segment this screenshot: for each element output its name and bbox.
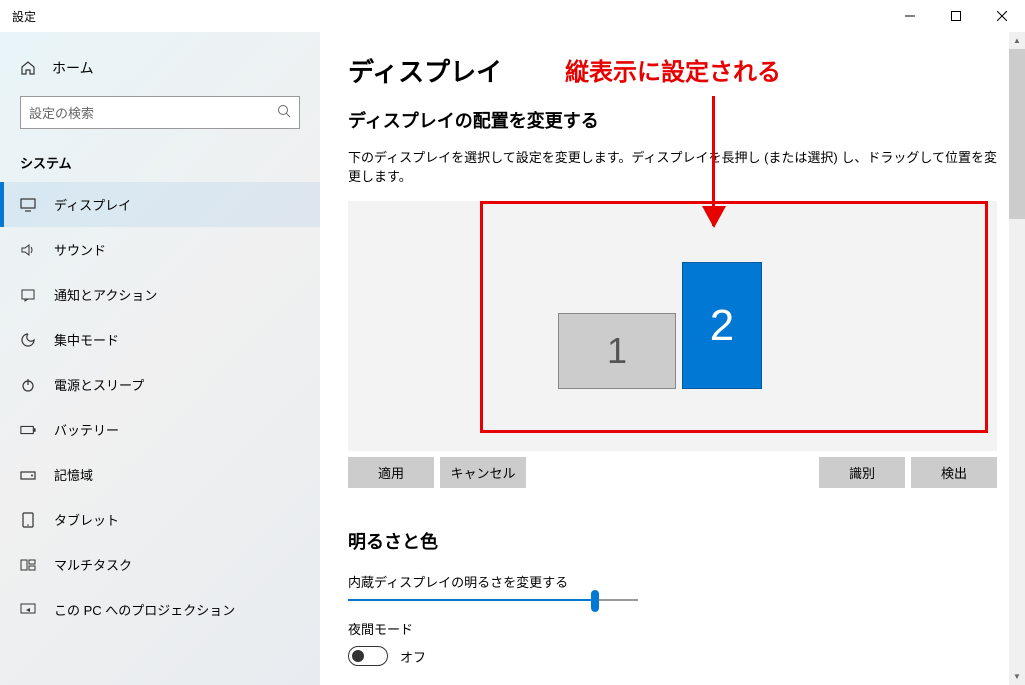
display-arrangement-area[interactable]: 1 2	[348, 201, 997, 451]
maximize-button[interactable]	[933, 0, 979, 32]
scroll-up-icon[interactable]: ▲	[1009, 32, 1025, 49]
toggle-knob	[352, 650, 364, 662]
nav-label: マルチタスク	[54, 555, 132, 574]
detect-button[interactable]: 検出	[911, 457, 997, 488]
nav-tablet[interactable]: タブレット	[0, 497, 320, 542]
storage-icon	[20, 469, 36, 481]
brightness-slider[interactable]	[348, 599, 638, 601]
search-input[interactable]: 設定の検索	[20, 96, 300, 129]
sound-icon	[20, 243, 36, 257]
nav-notifications[interactable]: 通知とアクション	[0, 272, 320, 317]
nav-group-title: システム	[0, 143, 320, 182]
slider-thumb[interactable]	[591, 590, 599, 612]
brightness-label: 内蔵ディスプレイの明るさを変更する	[348, 572, 997, 591]
night-mode-row: オフ	[348, 646, 997, 666]
apply-button[interactable]: 適用	[348, 457, 434, 488]
home-link[interactable]: ホーム	[0, 48, 320, 88]
nav-battery[interactable]: バッテリー	[0, 407, 320, 452]
nav-label: 集中モード	[54, 330, 119, 349]
nav-label: バッテリー	[54, 420, 119, 439]
multitask-icon	[20, 559, 36, 571]
monitor-2[interactable]: 2	[682, 262, 762, 389]
titlebar: 設定	[0, 0, 1025, 32]
nav-storage[interactable]: 記憶域	[0, 452, 320, 497]
brightness-title: 明るさと色	[348, 528, 997, 554]
nav-label: 通知とアクション	[54, 285, 157, 304]
nav-label: サウンド	[54, 240, 106, 259]
nav-label: 記憶域	[54, 465, 93, 484]
nav-projection[interactable]: この PC へのプロジェクション	[0, 587, 320, 632]
projection-icon	[20, 603, 36, 617]
window-title: 設定	[12, 8, 36, 25]
scrollbar-thumb[interactable]	[1009, 49, 1025, 219]
tablet-icon	[20, 512, 36, 528]
nav-power[interactable]: 電源とスリープ	[0, 362, 320, 407]
battery-icon	[20, 425, 36, 435]
power-icon	[20, 377, 36, 393]
annotation-arrow	[712, 96, 715, 226]
scroll-down-icon[interactable]: ▼	[1009, 668, 1025, 685]
cancel-button[interactable]: キャンセル	[440, 457, 526, 488]
minimize-button[interactable]	[887, 0, 933, 32]
nav-sound[interactable]: サウンド	[0, 227, 320, 272]
arrange-title: ディスプレイの配置を変更する	[348, 107, 997, 133]
content-area: ディスプレイ ディスプレイの配置を変更する 下のディスプレイを選択して設定を変更…	[320, 32, 1025, 685]
arrange-button-row: 適用 キャンセル 識別 検出	[348, 457, 997, 488]
scrollbar[interactable]: ▲ ▼	[1009, 32, 1025, 685]
nav-display[interactable]: ディスプレイ	[0, 182, 320, 227]
display-icon	[20, 198, 36, 212]
search-icon	[277, 104, 291, 121]
arrange-desc: 下のディスプレイを選択して設定を変更します。ディスプレイを長押し (または選択)…	[348, 147, 997, 185]
nav-focus[interactable]: 集中モード	[0, 317, 320, 362]
nav-label: ディスプレイ	[54, 195, 131, 214]
search-placeholder: 設定の検索	[29, 103, 94, 122]
slider-fill	[348, 599, 595, 601]
window-controls	[887, 0, 1025, 32]
annotation-text: 縦表示に設定される	[565, 52, 781, 87]
close-button[interactable]	[979, 0, 1025, 32]
night-mode-toggle[interactable]	[348, 646, 388, 666]
notification-icon	[20, 288, 36, 302]
nav-label: 電源とスリープ	[54, 375, 144, 394]
focus-icon	[20, 332, 36, 348]
night-mode-state: オフ	[400, 647, 426, 666]
nav-multitask[interactable]: マルチタスク	[0, 542, 320, 587]
nav-label: この PC へのプロジェクション	[54, 600, 235, 619]
monitor-1[interactable]: 1	[558, 313, 676, 389]
identify-button[interactable]: 識別	[819, 457, 905, 488]
home-label: ホーム	[52, 58, 94, 78]
nav-label: タブレット	[54, 510, 119, 529]
night-mode-label: 夜間モード	[348, 619, 997, 638]
sidebar: ホーム 設定の検索 システム ディスプレイ サウンド 通知とアクション 集中モー…	[0, 32, 320, 685]
home-icon	[20, 60, 36, 76]
